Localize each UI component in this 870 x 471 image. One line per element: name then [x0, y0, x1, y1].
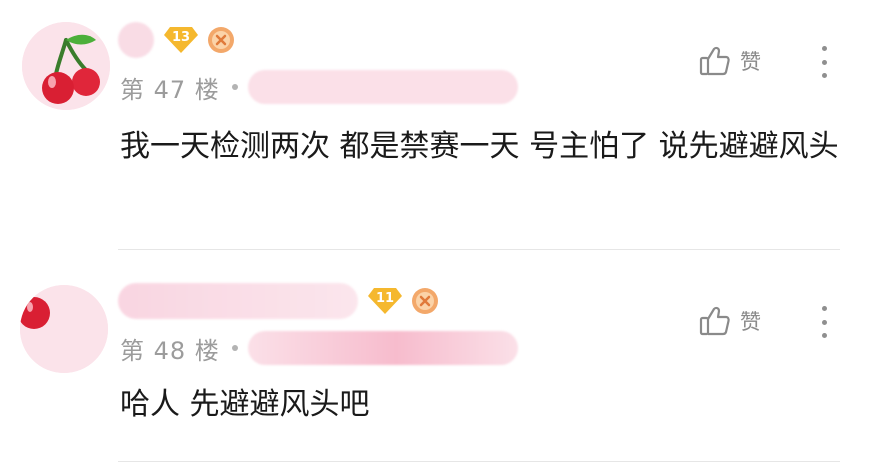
- user-badges: 11: [368, 286, 440, 316]
- comment-meta: 第 47 楼: [120, 69, 518, 105]
- divider: [118, 461, 840, 462]
- avatar[interactable]: [20, 285, 108, 373]
- username-row: 13: [118, 20, 236, 60]
- medal-icon: [206, 25, 236, 55]
- level-badge-icon: 11: [368, 288, 402, 314]
- more-vertical-icon[interactable]: [812, 302, 836, 342]
- thumbs-up-icon: [698, 304, 732, 338]
- level-number: 11: [375, 291, 395, 306]
- username-redacted[interactable]: [118, 22, 154, 58]
- location-time-redacted: [247, 70, 518, 104]
- cherry-avatar-icon: [20, 285, 108, 373]
- like-button[interactable]: 赞: [698, 44, 761, 78]
- thumbs-up-icon: [698, 44, 732, 78]
- location-time-redacted: [247, 331, 518, 365]
- like-label: 赞: [740, 50, 761, 74]
- floor-label: 第 47 楼: [120, 75, 220, 104]
- like-button[interactable]: 赞: [698, 304, 761, 338]
- comment-meta: 第 48 楼: [120, 330, 518, 366]
- comment-text: 我一天检测两次 都是禁赛一天 号主怕了 说先避避风头: [120, 129, 839, 164]
- medal-icon: [410, 286, 440, 316]
- comment-item-47: 13 第 47 楼 赞 我一天检测两次 都是禁赛一天 号主怕了 说先避避风头: [0, 0, 870, 250]
- comment-text: 哈人 先避避风头吧: [120, 387, 370, 422]
- avatar[interactable]: [22, 22, 110, 110]
- like-label: 赞: [740, 310, 761, 334]
- separator-dot: [231, 84, 238, 90]
- divider: [118, 249, 840, 250]
- floor-label: 第 48 楼: [120, 336, 220, 365]
- cherry-avatar-icon: [22, 22, 110, 110]
- level-badge-icon: 13: [164, 27, 198, 53]
- more-vertical-icon[interactable]: [812, 42, 836, 82]
- username-row: 11: [118, 281, 440, 321]
- username-redacted[interactable]: [118, 283, 358, 319]
- level-number: 13: [171, 30, 191, 45]
- comment-item-48: 11 第 48 楼 赞 哈人 先避避风头吧: [0, 251, 870, 471]
- separator-dot: [231, 345, 238, 351]
- user-badges: 13: [164, 25, 236, 55]
